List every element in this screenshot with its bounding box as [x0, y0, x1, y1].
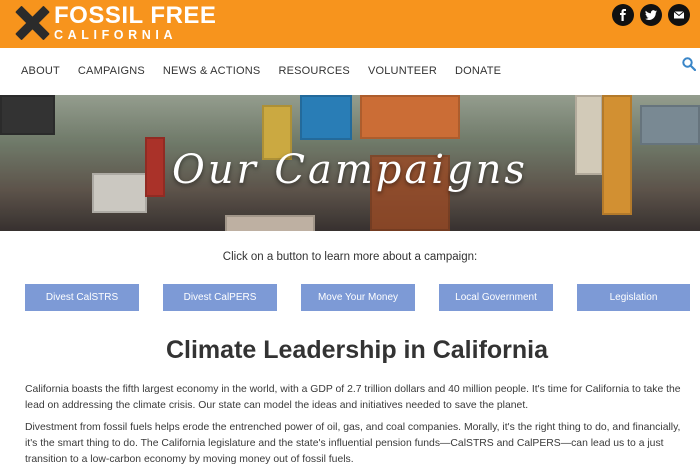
logo-line2: CALIFORNIA [54, 28, 178, 43]
divest-calstrs-button[interactable]: Divest CalSTRS [25, 284, 139, 311]
hero-banner: Our Campaigns [0, 95, 700, 231]
nav-item-donate[interactable]: DONATE [455, 65, 501, 77]
site-header: FOSSIL FREE CALIFORNIA [0, 0, 700, 48]
move-your-money-button[interactable]: Move Your Money [301, 284, 415, 311]
site-logo[interactable]: FOSSIL FREE CALIFORNIA [14, 3, 216, 43]
page-heading: Climate Leadership in California [165, 336, 549, 364]
logo-x-icon [14, 5, 50, 41]
body-paragraph: Divestment from fossil fuels helps erode… [25, 422, 681, 465]
banner-title: Our Campaigns [172, 147, 528, 193]
main-nav: ABOUT CAMPAIGNS NEWS & ACTIONS RESOURCES… [0, 48, 700, 95]
campaign-buttons: Divest CalSTRS Divest CalPERS Move Your … [25, 284, 690, 311]
search-icon[interactable] [682, 57, 696, 71]
divest-calpers-button[interactable]: Divest CalPERS [163, 284, 277, 311]
social-links [612, 4, 690, 26]
campaign-intro-text: Click on a button to learn more about a … [222, 251, 478, 263]
nav-item-volunteer[interactable]: VOLUNTEER [368, 65, 437, 77]
legislation-button[interactable]: Legislation [577, 284, 690, 311]
logo-text: FOSSIL FREE CALIFORNIA [54, 4, 216, 42]
local-government-button[interactable]: Local Government [439, 284, 553, 311]
nav-items: ABOUT CAMPAIGNS NEWS & ACTIONS RESOURCES… [21, 65, 519, 77]
nav-item-campaigns[interactable]: CAMPAIGNS [78, 65, 145, 77]
nav-item-news-actions[interactable]: NEWS & ACTIONS [163, 65, 261, 77]
body-paragraph: California boasts the fifth largest econ… [25, 384, 681, 411]
nav-item-resources[interactable]: RESOURCES [278, 65, 349, 77]
nav-item-about[interactable]: ABOUT [21, 65, 60, 77]
logo-line1: FOSSIL FREE [54, 2, 217, 30]
email-icon[interactable] [668, 4, 690, 26]
twitter-icon[interactable] [640, 4, 662, 26]
facebook-icon[interactable] [612, 4, 634, 26]
